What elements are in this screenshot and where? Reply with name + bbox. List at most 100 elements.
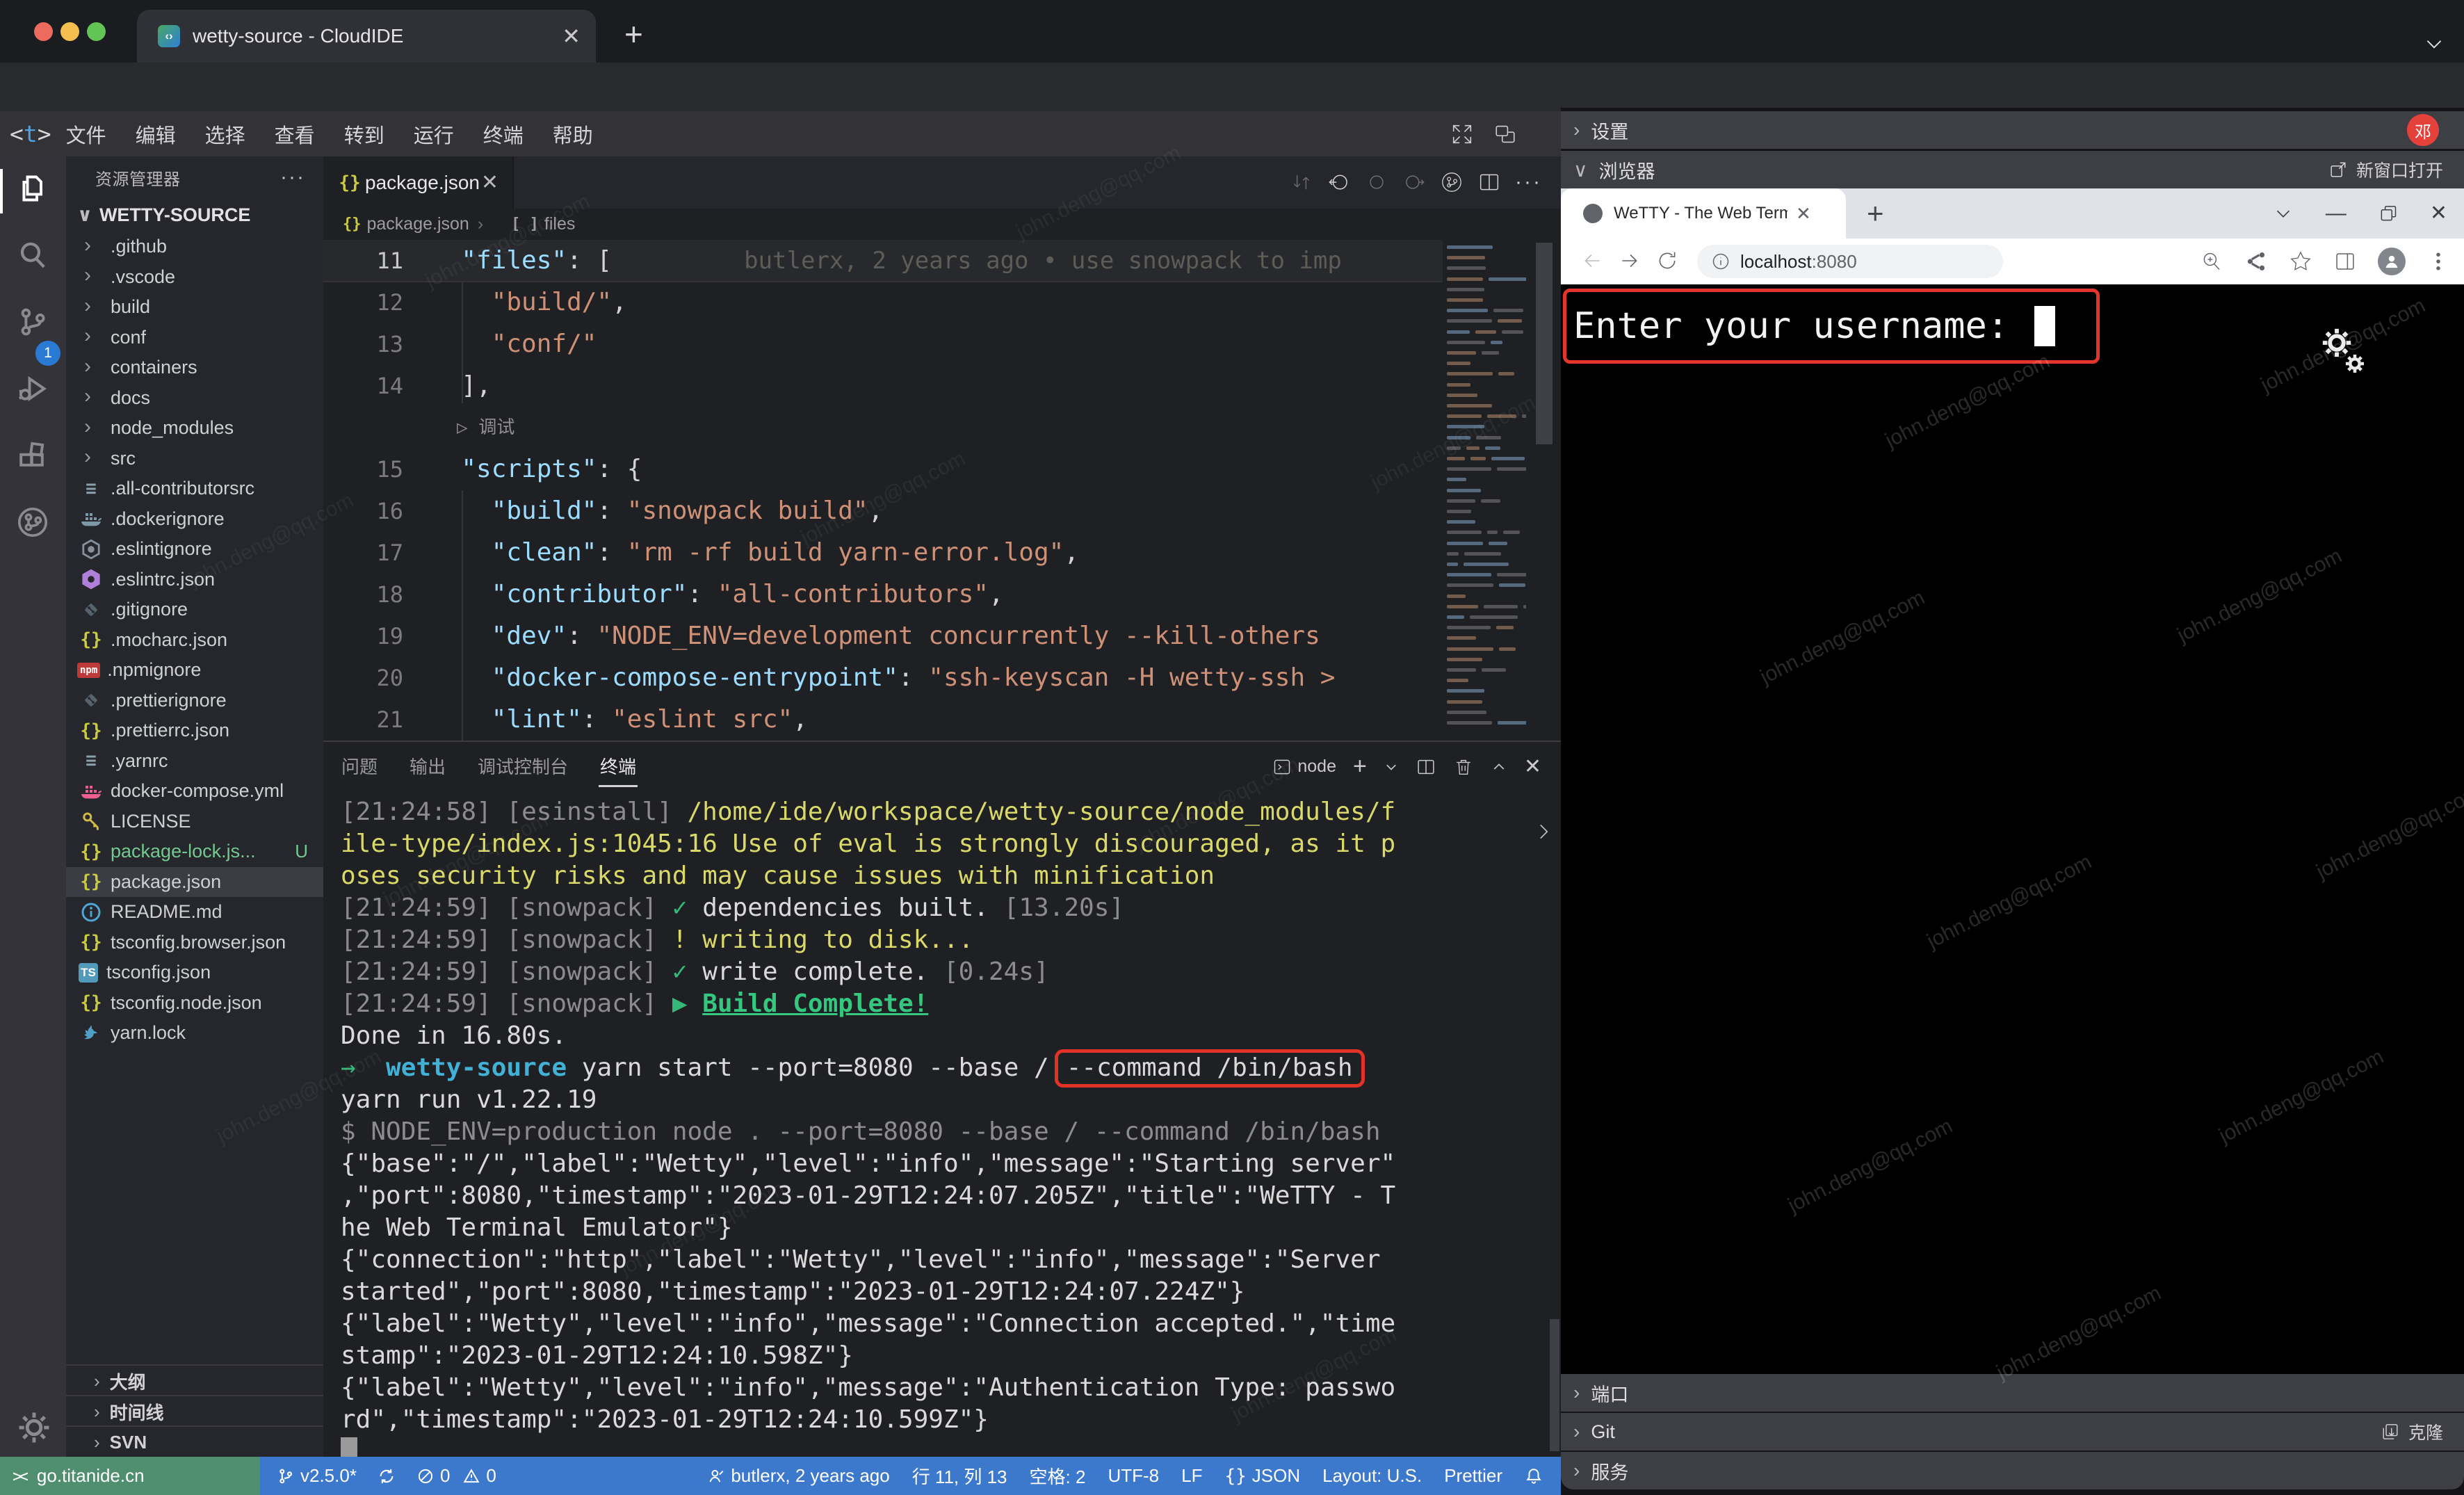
tree-item-.prettierignore[interactable]: .prettierignore (66, 686, 323, 716)
tree-item-src[interactable]: ›src (66, 444, 323, 474)
circle-icon[interactable] (1365, 170, 1388, 194)
minimap[interactable] (1443, 240, 1526, 741)
panel-tab-2[interactable]: 调试控制台 (478, 753, 568, 779)
run-debug-icon[interactable] (16, 372, 49, 405)
code-line-19[interactable]: 19 "dev": "NODE_ENV=development concurre… (323, 615, 1561, 657)
search-icon[interactable] (16, 239, 49, 272)
tree-item-docker-compose.yml[interactable]: docker-compose.yml (66, 776, 323, 807)
tree-item-.eslintignore[interactable]: .eslintignore (66, 534, 323, 565)
section-settings[interactable]: › 设置 邓 (1561, 111, 2464, 149)
code-line-11[interactable]: 11 "files": [butlerx, 2 years ago • use … (323, 240, 1561, 282)
sidebar-section-1[interactable]: ›时间线 (66, 1395, 323, 1427)
code-line-14[interactable]: 14 ], (323, 365, 1561, 407)
zoom-icon[interactable] (2200, 250, 2223, 273)
tree-item-package.json[interactable]: {}package.json (66, 867, 323, 898)
tree-item-conf[interactable]: ›conf (66, 323, 323, 353)
restore-icon[interactable] (2378, 204, 2398, 223)
more-actions-icon[interactable]: ··· (1515, 170, 1542, 194)
code-line-13[interactable]: 13 "conf/" (323, 323, 1561, 365)
blame-status[interactable]: butlerx, 2 years ago (707, 1465, 889, 1487)
reload-icon[interactable] (1655, 249, 1679, 273)
eol[interactable]: LF (1181, 1465, 1202, 1487)
code-line-15[interactable]: 15 "scripts": { (323, 448, 1561, 490)
scrollbar-thumb[interactable] (1536, 243, 1553, 444)
chevron-down-icon[interactable] (2273, 203, 2294, 224)
tree-item-docs[interactable]: ›docs (66, 383, 323, 414)
tree-item-.all-contributorsrc[interactable]: ≡.all-contributorsrc (66, 474, 323, 504)
tree-item-package-lock.js...[interactable]: {}package-lock.js...U (66, 837, 323, 867)
shell-selector[interactable]: node (1272, 757, 1336, 777)
circled-branch-icon[interactable] (1440, 170, 1464, 194)
sync-icon[interactable] (378, 1467, 396, 1485)
tree-item-tsconfig.node.json[interactable]: {}tsconfig.node.json (66, 988, 323, 1019)
new-terminal-icon[interactable]: + (1353, 753, 1367, 780)
close-window-button[interactable] (34, 22, 53, 41)
codelens-debug[interactable]: ▷ 调试 (323, 407, 1561, 448)
menu-4[interactable]: 转到 (330, 120, 399, 149)
discard-circle-icon[interactable] (1327, 170, 1351, 194)
indentation[interactable]: 空格: 2 (1030, 1463, 1086, 1489)
tree-item-.gitignore[interactable]: .gitignore (66, 595, 323, 625)
tree-item-.vscode[interactable]: ›.vscode (66, 262, 323, 293)
editor-scrollbar[interactable] (1526, 240, 1561, 741)
info-icon[interactable] (1711, 252, 1731, 271)
breadcrumb-node[interactable]: files (544, 214, 575, 234)
encoding[interactable]: UTF-8 (1108, 1465, 1159, 1487)
new-tab-button[interactable]: + (1867, 197, 1884, 230)
code-line-16[interactable]: 16 "build": "snowpack build", (323, 490, 1561, 532)
remote-indicator[interactable]: >< go.titanide.cn (0, 1457, 260, 1495)
breadcrumb[interactable]: {} package.json › [ ] files (323, 209, 1561, 240)
code-line-20[interactable]: 20 "docker-compose-entrypoint": "ssh-key… (323, 657, 1561, 699)
minimize-icon[interactable]: — (2326, 202, 2347, 225)
sidebar-section-0[interactable]: ›大纲 (66, 1364, 323, 1396)
cursor-position[interactable]: 行 11, 列 13 (912, 1463, 1007, 1489)
tree-item-.mocharc.json[interactable]: {}.mocharc.json (66, 625, 323, 656)
kebab-menu-icon[interactable] (2426, 250, 2450, 273)
tree-item-node_modules[interactable]: ›node_modules (66, 413, 323, 444)
share-icon[interactable] (2244, 250, 2268, 273)
code-line-12[interactable]: 12 "build/", (323, 282, 1561, 323)
url-bar[interactable]: localhost:8080 (1697, 245, 2003, 278)
bookmark-star-icon[interactable] (2289, 250, 2312, 273)
menu-6[interactable]: 终端 (469, 120, 538, 149)
menu-0[interactable]: 文件 (51, 120, 121, 149)
section-ports[interactable]: › 端口 (1561, 1374, 2464, 1412)
tree-root[interactable]: ∨ WETTY-SOURCE (66, 198, 323, 232)
back-icon[interactable] (1580, 249, 1604, 273)
git-compare-icon[interactable] (1290, 170, 1313, 194)
maximize-window-button[interactable] (87, 22, 106, 41)
terminal-output[interactable]: [21:24:58] [esinstall] /home/ide/workspa… (341, 796, 1537, 1457)
problems-status[interactable]: 0 0 (416, 1465, 496, 1487)
menu-1[interactable]: 编辑 (121, 120, 191, 149)
new-tab-button[interactable]: + (624, 15, 643, 53)
menu-2[interactable]: 选择 (191, 120, 260, 149)
wetty-tab[interactable]: WeTTY - The Web Terminal ✕ (1561, 188, 1846, 239)
menu-7[interactable]: 帮助 (538, 120, 608, 149)
chevron-up-icon[interactable] (1491, 759, 1507, 775)
minimize-window-button[interactable] (60, 22, 79, 41)
tree-item-yarn.lock[interactable]: yarn.lock (66, 1018, 323, 1049)
svn-circled-branch-icon[interactable] (16, 506, 49, 539)
panel-tab-3[interactable]: 终端 (600, 753, 636, 779)
tree-item-containers[interactable]: ›containers (66, 353, 323, 383)
formatter[interactable]: Prettier (1444, 1465, 1502, 1487)
section-browser[interactable]: ∨ 浏览器 新窗口打开 (1561, 151, 2464, 188)
chevron-right-icon[interactable] (1532, 820, 1555, 843)
close-tab-icon[interactable]: ✕ (562, 23, 581, 49)
editor-tab-package-json[interactable]: {} package.json ✕ (323, 156, 514, 209)
code-editor[interactable]: 11 "files": [butlerx, 2 years ago • use … (323, 240, 1561, 741)
section-git[interactable]: › Git 克隆 (1561, 1413, 2464, 1450)
tree-item-.eslintrc.json[interactable]: .eslintrc.json (66, 565, 323, 595)
code-line-17[interactable]: 17 "clean": "rm -rf build yarn-error.log… (323, 532, 1561, 574)
close-tab-icon[interactable]: ✕ (1796, 203, 1811, 225)
keyboard-layout[interactable]: Layout: U.S. (1322, 1465, 1422, 1487)
tree-item-.npmignore[interactable]: npm.npmignore (66, 655, 323, 686)
chevron-down-icon[interactable] (2422, 32, 2446, 56)
tree-item-README.md[interactable]: README.md (66, 897, 323, 928)
source-control-icon[interactable] (16, 305, 49, 339)
more-actions-icon[interactable]: ··· (280, 165, 305, 189)
wetty-settings-gears-icon[interactable] (2319, 325, 2367, 376)
panel-tab-0[interactable]: 问题 (341, 753, 378, 779)
tree-item-.github[interactable]: ›.github (66, 232, 323, 262)
language-mode[interactable]: {}JSON (1224, 1465, 1300, 1487)
